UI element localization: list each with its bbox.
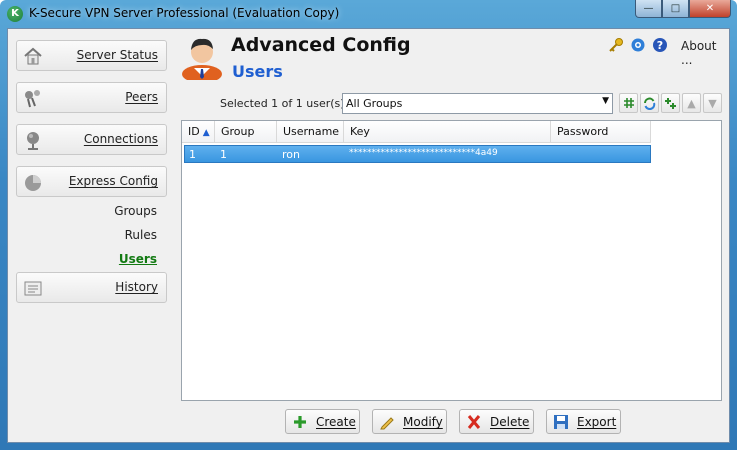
users-table[interactable]: ID ▲ Group Username Key Password 1 1 ron … [181,120,722,401]
export-button-label: Export [577,415,617,429]
nav-peers-label: Peers [125,90,158,104]
group-filter-select[interactable]: All Groups ▼ [342,93,613,114]
column-header-key[interactable]: Key [344,121,551,143]
minimize-button[interactable]: — [635,0,662,18]
move-up-icon[interactable]: ▲ [682,93,701,113]
export-button[interactable]: Export [546,409,621,434]
grid-icon[interactable] [619,93,638,113]
cell-group: 1 [220,148,227,161]
nav-peers[interactable]: Peers [16,82,167,113]
cell-key: ****************************4a49 [349,148,498,158]
settings-icon[interactable] [630,37,646,53]
app-logo-icon: K [7,6,23,22]
column-header-id[interactable]: ID ▲ [182,121,215,143]
subnav-groups[interactable]: Groups [114,204,157,218]
cell-password [552,146,650,162]
column-header-password[interactable]: Password [551,121,651,143]
delete-button[interactable]: Delete [459,409,534,434]
peers-icon [25,90,40,108]
client-area: Server Status Peers Connections Express … [7,28,730,443]
create-button-label: Create [316,415,356,429]
pie-icon [25,175,41,191]
add-multiple-icon[interactable] [661,93,680,113]
nav-connections[interactable]: Connections [16,124,167,155]
nav-express-config-label: Express Config [68,174,158,188]
nav-connections-label: Connections [83,132,158,146]
column-header-group[interactable]: Group [215,121,277,143]
modify-button-label: Modify [403,415,443,429]
nav-server-status[interactable]: Server Status [16,40,167,71]
refresh-icon[interactable] [640,93,659,113]
app-window: K K-Secure VPN Server Professional (Eval… [0,0,737,450]
close-button[interactable]: ✕ [689,0,731,18]
selection-count-label: Selected 1 of 1 user(s) in [220,97,359,110]
column-header-username[interactable]: Username [277,121,344,143]
delete-x-icon [467,415,481,429]
nav-express-config[interactable]: Express Config [16,166,167,197]
title-bar[interactable]: K K-Secure VPN Server Professional (Eval… [0,0,737,28]
pencil-icon [380,417,394,430]
page-subtitle: Users [232,62,283,81]
modify-button[interactable]: Modify [372,409,447,434]
subnav-rules[interactable]: Rules [125,228,157,242]
key-icon[interactable] [608,37,624,53]
cell-id: 1 [189,148,196,161]
about-link[interactable]: About ... [681,39,729,67]
user-avatar-icon [182,38,222,80]
header-icons: ? [608,37,668,53]
cell-username: ron [282,148,300,161]
plus-icon [294,416,306,428]
help-icon[interactable]: ? [652,37,668,53]
page-title: Advanced Config [231,34,411,56]
grid-toolbar: ▲ ▼ [619,93,722,113]
chevron-down-icon[interactable]: ▼ [602,96,609,106]
window-title: K-Secure VPN Server Professional (Evalua… [29,6,340,20]
sort-ascending-icon: ▲ [202,128,210,138]
subnav-users[interactable]: Users [119,252,157,266]
save-disk-icon [554,415,568,429]
move-down-icon[interactable]: ▼ [703,93,722,113]
maximize-button[interactable]: □ [662,0,689,18]
house-icon [24,47,42,65]
svg-text:?: ? [657,39,663,52]
table-header: ID ▲ Group Username Key Password [182,121,651,143]
table-row[interactable]: 1 1 ron ****************************4a49 [184,145,651,163]
create-button[interactable]: Create [285,409,360,434]
group-filter-value: All Groups [346,97,403,110]
delete-button-label: Delete [490,415,530,429]
nav-server-status-label: Server Status [76,48,158,62]
history-icon [24,281,42,296]
nav-history[interactable]: History [16,272,167,303]
connections-icon [27,132,39,150]
nav-history-label: History [115,280,158,294]
caption-buttons: — □ ✕ [635,0,731,18]
